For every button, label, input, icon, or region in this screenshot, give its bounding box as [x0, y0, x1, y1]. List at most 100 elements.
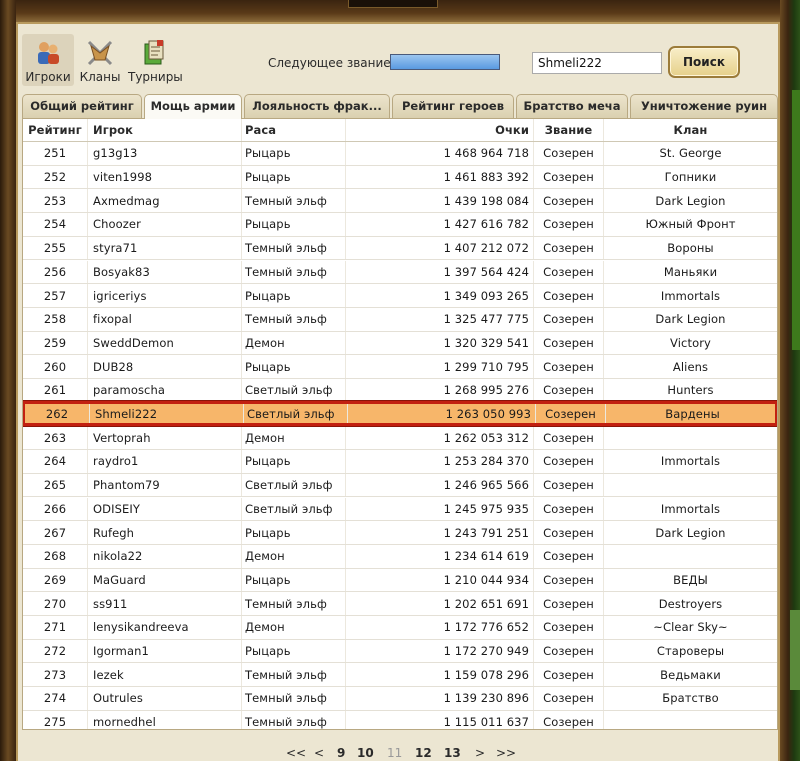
cell-player[interactable]: mornedhel	[87, 710, 241, 729]
table-row[interactable]: 257 igriceriys Рыцарь 1 349 093 265 Созерен I…	[23, 284, 777, 308]
cell-player[interactable]: fixopal	[87, 307, 241, 331]
cell-clan[interactable]: St. George	[603, 142, 777, 165]
table-row[interactable]: 275 mornedhel Темный эльф 1 115 011 637 Созе…	[23, 710, 777, 729]
table-row-current-player[interactable]: 262 Shmeli222 Светлый эльф 1 263 050 993 Соз…	[23, 400, 777, 427]
tab-hero-rating[interactable]: Рейтинг героев	[392, 94, 514, 118]
cell-player[interactable]: Rufegh	[87, 521, 241, 544]
cell-clan[interactable]: Immortals	[603, 284, 777, 307]
table-row[interactable]: 251 g13g13 Рыцарь 1 468 964 718 Созерен St. G…	[23, 142, 777, 166]
table-row[interactable]: 265 Phantom79 Светлый эльф 1 246 965 566 Соз…	[23, 473, 777, 498]
cell-player[interactable]: Phantom79	[87, 473, 241, 497]
page-link[interactable]: 9	[337, 746, 345, 760]
cell-clan[interactable]: Вороны	[603, 236, 777, 260]
table-row[interactable]: 267 Rufegh Рыцарь 1 243 791 251 Созерен Dark …	[23, 521, 777, 545]
cell-clan[interactable]	[603, 473, 777, 497]
cell-player[interactable]: ODISEIY	[87, 497, 241, 521]
page-link[interactable]: 13	[444, 746, 461, 760]
cell-clan[interactable]: Ведьмаки	[603, 663, 777, 687]
header-player[interactable]: Игрок	[87, 119, 241, 141]
table-row[interactable]: 266 ODISEIY Светлый эльф 1 245 975 935 Созер…	[23, 497, 777, 522]
cell-player[interactable]: Vertoprah	[87, 426, 241, 450]
page-link[interactable]: 10	[357, 746, 374, 760]
cell-player[interactable]: Axmedmag	[87, 189, 241, 213]
page-next[interactable]: >	[475, 746, 485, 760]
nav-tournaments[interactable]: Турниры	[128, 34, 183, 86]
cell-clan[interactable]: Immortals	[603, 450, 777, 473]
cell-clan[interactable]: Destroyers	[603, 592, 777, 615]
table-row[interactable]: 255 styra71 Темный эльф 1 407 212 072 Созере…	[23, 236, 777, 261]
table-row[interactable]: 273 Iezek Темный эльф 1 159 078 296 Созерен В…	[23, 663, 777, 688]
table-row[interactable]: 256 Bosyak83 Темный эльф 1 397 564 424 Созер…	[23, 260, 777, 285]
cell-clan[interactable]: Hunters	[603, 379, 777, 402]
table-row[interactable]: 270 ss911 Темный эльф 1 202 651 691 Созерен D…	[23, 592, 777, 616]
header-points[interactable]: Очки	[345, 119, 533, 141]
cell-player[interactable]: Shmeli222	[89, 403, 243, 424]
cell-clan[interactable]: Староверы	[603, 639, 777, 663]
cell-clan[interactable]: Immortals	[603, 497, 777, 521]
table-row[interactable]: 261 paramoscha Светлый эльф 1 268 995 276 Со…	[23, 379, 777, 403]
table-row[interactable]: 263 Vertoprah Демон 1 262 053 312 Созерен	[23, 426, 777, 451]
table-row[interactable]: 269 MaGuard Рыцарь 1 210 044 934 Созерен ВЕДЫ	[23, 568, 777, 593]
cell-player[interactable]: viten1998	[87, 165, 241, 189]
cell-player[interactable]: MaGuard	[87, 568, 241, 592]
cell-player[interactable]: SweddDemon	[87, 331, 241, 355]
table-row[interactable]: 264 raydro1 Рыцарь 1 253 284 370 Созерен Immo…	[23, 450, 777, 474]
cell-clan[interactable]	[603, 710, 777, 729]
cell-clan[interactable]: Dark Legion	[603, 307, 777, 331]
cell-player[interactable]: styra71	[87, 236, 241, 260]
nav-clans[interactable]: Кланы	[74, 34, 126, 86]
cell-clan[interactable]: Aliens	[603, 355, 777, 378]
tab-army-power[interactable]: Мощь армии	[144, 94, 242, 119]
table-row[interactable]: 271 lenysikandreeva Демон 1 172 776 652 Созе…	[23, 616, 777, 640]
cell-clan[interactable]: Маньяки	[603, 260, 777, 284]
tab-overall-rating[interactable]: Общий рейтинг	[22, 94, 142, 118]
cell-clan[interactable]: Гопники	[603, 165, 777, 189]
cell-player[interactable]: nikola22	[87, 544, 241, 568]
table-row[interactable]: 268 nikola22 Демон 1 234 614 619 Созерен	[23, 544, 777, 569]
cell-player[interactable]: lenysikandreeva	[87, 616, 241, 639]
table-row[interactable]: 259 SweddDemon Демон 1 320 329 541 Созерен Vi…	[23, 331, 777, 356]
cell-player[interactable]: raydro1	[87, 450, 241, 473]
cell-clan[interactable]: ~Clear Sky~	[603, 616, 777, 639]
cell-player[interactable]: Igorman1	[87, 639, 241, 663]
header-rank[interactable]: Рейтинг	[23, 119, 87, 141]
cell-player[interactable]: Bosyak83	[87, 260, 241, 284]
table-row[interactable]: 274 Outrules Темный эльф 1 139 230 896 Созер…	[23, 687, 777, 711]
page-link[interactable]: 12	[415, 746, 432, 760]
cell-clan[interactable]: Южный Фронт	[603, 213, 777, 236]
cell-player[interactable]: Choozer	[87, 213, 241, 236]
cell-clan[interactable]: Братство	[603, 687, 777, 710]
cell-clan[interactable]	[603, 426, 777, 450]
cell-player[interactable]: Iezek	[87, 663, 241, 687]
cell-player[interactable]: paramoscha	[87, 379, 241, 402]
page-first[interactable]: <<	[286, 746, 306, 760]
tab-ruins-destruction[interactable]: Уничтожение руин	[630, 94, 778, 118]
cell-player[interactable]: igriceriys	[87, 284, 241, 307]
table-row[interactable]: 260 DUB28 Рыцарь 1 299 710 795 Созерен Aliens	[23, 355, 777, 379]
table-row[interactable]: 253 Axmedmag Темный эльф 1 439 198 084 Созер…	[23, 189, 777, 214]
cell-player[interactable]: DUB28	[87, 355, 241, 378]
table-row[interactable]: 272 Igorman1 Рыцарь 1 172 270 949 Созерен Ста…	[23, 639, 777, 664]
cell-clan[interactable]: Dark Legion	[603, 189, 777, 213]
search-button[interactable]: Поиск	[668, 46, 740, 78]
header-clan[interactable]: Клан	[603, 119, 777, 141]
cell-player[interactable]: ss911	[87, 592, 241, 615]
table-row[interactable]: 252 viten1998 Рыцарь 1 461 883 392 Созерен Го…	[23, 165, 777, 190]
page-prev[interactable]: <	[314, 746, 324, 760]
table-row[interactable]: 254 Choozer Рыцарь 1 427 616 782 Созерен Южны…	[23, 213, 777, 237]
header-race[interactable]: Раса	[241, 119, 345, 141]
nav-players[interactable]: Игроки	[22, 34, 74, 86]
cell-clan[interactable]	[603, 544, 777, 568]
cell-player[interactable]: g13g13	[87, 142, 241, 165]
cell-clan[interactable]: Victory	[603, 331, 777, 355]
tab-sword-brotherhood[interactable]: Братство меча	[516, 94, 628, 118]
header-title[interactable]: Звание	[533, 119, 603, 141]
cell-clan[interactable]: Вардены	[605, 403, 777, 424]
cell-player[interactable]: Outrules	[87, 687, 241, 710]
table-row[interactable]: 258 fixopal Темный эльф 1 325 477 775 Созере…	[23, 307, 777, 332]
player-search-input[interactable]	[532, 52, 662, 74]
tab-faction-loyalty[interactable]: Лояльность фрак...	[244, 94, 390, 118]
cell-clan[interactable]: Dark Legion	[603, 521, 777, 544]
page-last[interactable]: >>	[496, 746, 516, 760]
cell-clan[interactable]: ВЕДЫ	[603, 568, 777, 592]
